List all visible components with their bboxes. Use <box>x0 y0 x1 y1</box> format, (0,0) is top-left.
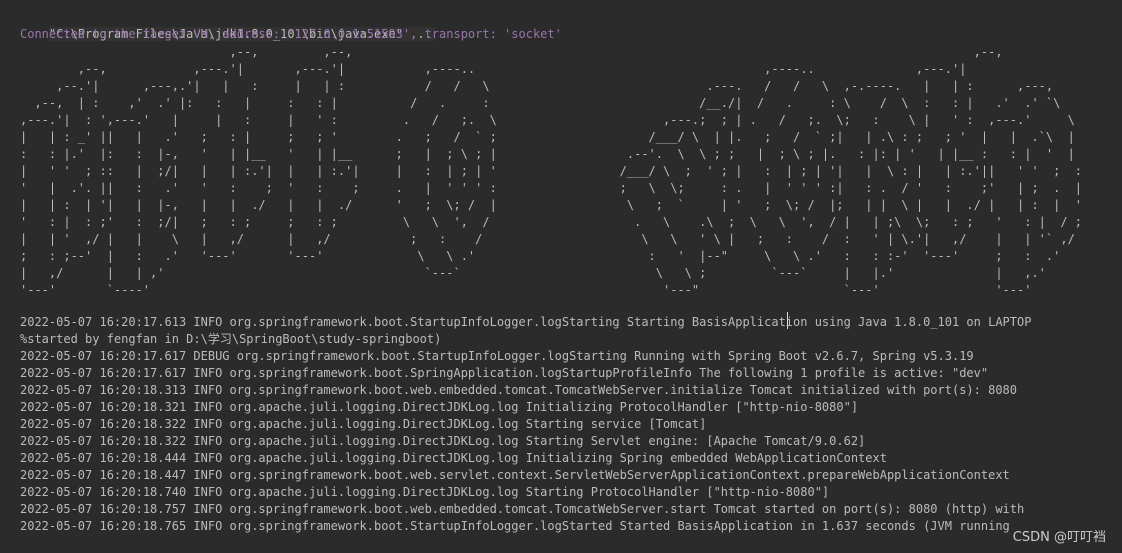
log-line: 2022-05-07 16:20:18.322 INFO org.apache.… <box>20 434 866 448</box>
log-line: %started by fengfan in D:\学习\SpringBoot\… <box>20 332 442 346</box>
log-line: 2022-05-07 16:20:18.444 INFO org.apache.… <box>20 451 887 465</box>
log-line: 2022-05-07 16:20:17.617 DEBUG org.spring… <box>20 349 974 363</box>
log-line: 2022-05-07 16:20:18.765 INFO org.springf… <box>20 519 1010 533</box>
run-console[interactable]: "C:\Program Files\Java\jdk1.8.0_101\bin\… <box>0 0 1122 553</box>
log-line: 2022-05-07 16:20:18.313 INFO org.springf… <box>20 383 1017 397</box>
log-line: 2022-05-07 16:20:18.322 INFO org.apache.… <box>20 417 707 431</box>
text-cursor <box>787 312 788 329</box>
log-line: 2022-05-07 16:20:18.757 INFO org.springf… <box>20 502 1025 516</box>
connected-vm-line: Connected to the target VM, address: '12… <box>20 27 562 41</box>
log-line: 2022-05-07 16:20:17.617 INFO org.springf… <box>20 366 989 380</box>
log-line: 2022-05-07 16:20:18.447 INFO org.springf… <box>20 468 1010 482</box>
log-line: 2022-05-07 16:20:18.321 INFO org.apache.… <box>20 400 859 414</box>
csdn-watermark: CSDN @叮叮裆 <box>1012 530 1106 545</box>
ascii-art-banner: ,--, ,--, ,--, ,--, ,---.'| ,---.'| ,---… <box>20 45 1083 297</box>
log-line: 2022-05-07 16:20:18.740 INFO org.apache.… <box>20 485 830 499</box>
log-line: 2022-05-07 16:20:17.613 INFO org.springf… <box>20 315 1032 329</box>
command-line: "C:\Program Files\Java\jdk1.8.0_101\bin\… <box>20 9 436 41</box>
